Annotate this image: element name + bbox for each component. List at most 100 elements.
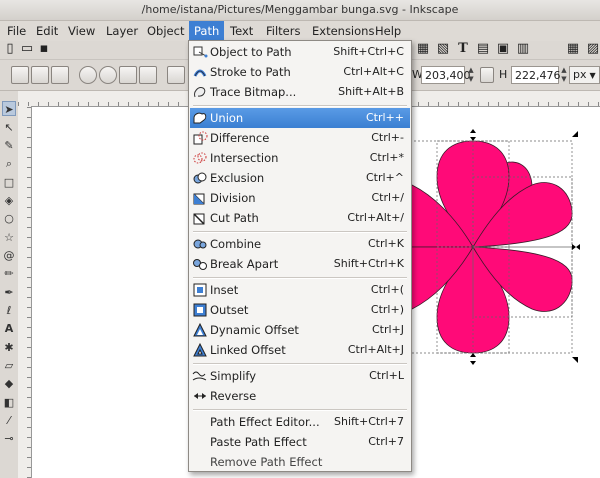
flip-vertical-icon[interactable]	[139, 66, 157, 84]
menu-filters[interactable]: Filters	[261, 21, 305, 41]
menu-item-stroke-to-path[interactable]: Stroke to Path Ctrl+Alt+C	[190, 62, 410, 82]
new-document-icon[interactable]: ▯	[3, 42, 17, 56]
rectangle-tool-icon[interactable]: □	[2, 175, 16, 190]
menu-item-reverse[interactable]: Reverse	[190, 386, 410, 406]
menu-item-combine[interactable]: Combine Ctrl+K	[190, 234, 410, 254]
menu-view[interactable]: View	[63, 21, 100, 41]
gradient-tool-icon[interactable]: ◧	[2, 395, 16, 410]
fill-stroke-icon[interactable]: ▨	[586, 42, 600, 56]
outset-icon	[193, 303, 207, 317]
menu-edit[interactable]: Edit	[31, 21, 63, 41]
menu-item-linked-offset[interactable]: Linked Offset Ctrl+Alt+J	[190, 340, 410, 360]
zoom-tool-icon[interactable]: ⌕	[2, 156, 16, 171]
xml-editor-icon[interactable]: ▧	[436, 42, 450, 56]
menu-item-cut-path[interactable]: Cut Path Ctrl+Alt+/	[190, 208, 410, 228]
combine-icon	[193, 239, 207, 249]
exclusion-icon	[193, 172, 207, 184]
pen-tool-icon[interactable]: ✒	[2, 285, 16, 300]
connector-tool-icon[interactable]: ⊸	[2, 431, 16, 446]
layers-icon[interactable]: ▤	[476, 42, 490, 56]
unit-value: px	[573, 68, 587, 81]
select-all-layers-icon[interactable]	[31, 66, 49, 84]
menu-help[interactable]: Help	[370, 21, 406, 41]
handle-top-right-corner-icon	[572, 131, 578, 137]
cut-path-icon	[193, 213, 205, 225]
menu-item-dynamic-offset[interactable]: Dynamic Offset Ctrl+J	[190, 320, 410, 340]
menu-path[interactable]: Path	[189, 21, 225, 41]
text-font-icon[interactable]: T	[456, 42, 470, 56]
menu-item-inset[interactable]: Inset Ctrl+(	[190, 280, 410, 300]
menu-item-union[interactable]: Union Ctrl++	[190, 108, 410, 128]
menu-item-object-to-path[interactable]: Object to Path Shift+Ctrl+C	[190, 42, 410, 62]
lock-proportions-icon[interactable]	[480, 67, 494, 83]
menu-item-paste-path-effect[interactable]: Paste Path Effect Ctrl+7	[190, 432, 410, 452]
save-icon[interactable]: ▪	[37, 42, 51, 56]
menu-item-intersection[interactable]: Intersection Ctrl+*	[190, 148, 410, 168]
calligraphy-tool-icon[interactable]: ℓ	[2, 303, 16, 318]
menu-file[interactable]: File	[2, 21, 31, 41]
menu-layer[interactable]: Layer	[101, 21, 143, 41]
menu-item-exclusion[interactable]: Exclusion Ctrl+^	[190, 168, 410, 188]
selector-tool-icon[interactable]: ➤	[2, 101, 16, 116]
rotate-cw-icon[interactable]	[99, 66, 117, 84]
menu-item-difference[interactable]: Difference Ctrl+-	[190, 128, 410, 148]
menu-extensions[interactable]: Extensions	[307, 21, 379, 41]
menu-item-remove-path-effect[interactable]: Remove Path Effect	[190, 452, 410, 472]
pencil-tool-icon[interactable]: ✏	[2, 266, 16, 281]
menu-item-break-apart[interactable]: Break Apart Shift+Ctrl+K	[190, 254, 410, 274]
menu-separator	[193, 231, 407, 233]
width-spin-icon[interactable]: ▲ ▼	[466, 66, 476, 84]
height-spin-icon[interactable]: ▲ ▼	[559, 66, 569, 84]
menu-item-trace-bitmap[interactable]: Trace Bitmap... Shift+Alt+B	[190, 82, 410, 102]
linked-offset-icon	[193, 342, 207, 357]
document-properties-icon[interactable]: ▦	[566, 42, 580, 56]
chevron-down-icon: ▼	[589, 71, 596, 80]
width-input[interactable]: 203,400	[421, 66, 471, 84]
spray-tool-icon[interactable]: ✱	[2, 340, 16, 355]
paint-bucket-tool-icon[interactable]: ◆	[2, 376, 16, 391]
menu-item-simplify[interactable]: Simplify Ctrl+L	[190, 366, 410, 386]
raise-icon[interactable]	[167, 66, 185, 84]
select-all-icon[interactable]	[11, 66, 29, 84]
handle-bottom-arrow-icon	[470, 353, 476, 365]
menu-separator	[193, 105, 407, 107]
intersection-icon	[193, 152, 207, 164]
menu-object[interactable]: Object	[142, 21, 189, 41]
preferences-icon[interactable]: ▥	[516, 42, 530, 56]
menu-item-division[interactable]: Division Ctrl+/	[190, 188, 410, 208]
open-icon[interactable]: ▭	[20, 42, 34, 56]
dropper-tool-icon[interactable]: ⁄	[2, 413, 16, 428]
window-title: /home/istana/Pictures/Menggambar bunga.s…	[0, 0, 600, 21]
handle-top-arrow-icon	[470, 129, 476, 141]
node-tool-icon[interactable]: ↖	[2, 120, 16, 135]
transform-icon[interactable]: ▣	[496, 42, 510, 56]
difference-icon	[193, 131, 208, 145]
height-input[interactable]: 222,476	[511, 66, 561, 84]
rotate-ccw-icon[interactable]	[79, 66, 97, 84]
vertical-ruler	[18, 106, 32, 478]
handle-bottom-right-corner-icon	[572, 357, 578, 363]
menu-item-path-effect-editor[interactable]: Path Effect Editor... Shift+Ctrl+7	[190, 412, 410, 432]
3d-box-tool-icon[interactable]: ◈	[2, 193, 16, 208]
dynamic-offset-icon	[193, 322, 207, 337]
menu-item-outset[interactable]: Outset Ctrl+)	[190, 300, 410, 320]
text-tool-icon[interactable]: A	[2, 321, 16, 336]
star-tool-icon[interactable]: ☆	[2, 230, 16, 245]
eraser-tool-icon[interactable]: ▱	[2, 358, 16, 373]
toolbox: ➤ ↖ ✎ ⌕ □ ◈ ○ ☆ @ ✏ ✒ ℓ A ✱ ▱ ◆ ◧ ⁄ ⊸	[0, 91, 19, 478]
tweak-tool-icon[interactable]: ✎	[2, 138, 16, 153]
spiral-tool-icon[interactable]: @	[2, 248, 16, 263]
align-icon[interactable]: ▦	[416, 42, 430, 56]
height-label: H	[499, 68, 508, 81]
ellipse-tool-icon[interactable]: ○	[2, 211, 16, 226]
object-to-path-icon	[193, 46, 208, 58]
flip-horizontal-icon[interactable]	[119, 66, 137, 84]
trace-bitmap-icon	[194, 87, 206, 98]
menubar: File Edit View Layer Object Path Text Fi…	[0, 21, 600, 41]
reverse-icon	[194, 393, 206, 399]
unit-select[interactable]: px ▼	[569, 66, 600, 84]
simplify-icon	[192, 371, 207, 381]
menu-text[interactable]: Text	[225, 21, 258, 41]
deselect-icon[interactable]	[51, 66, 69, 84]
menu-separator	[193, 277, 407, 279]
